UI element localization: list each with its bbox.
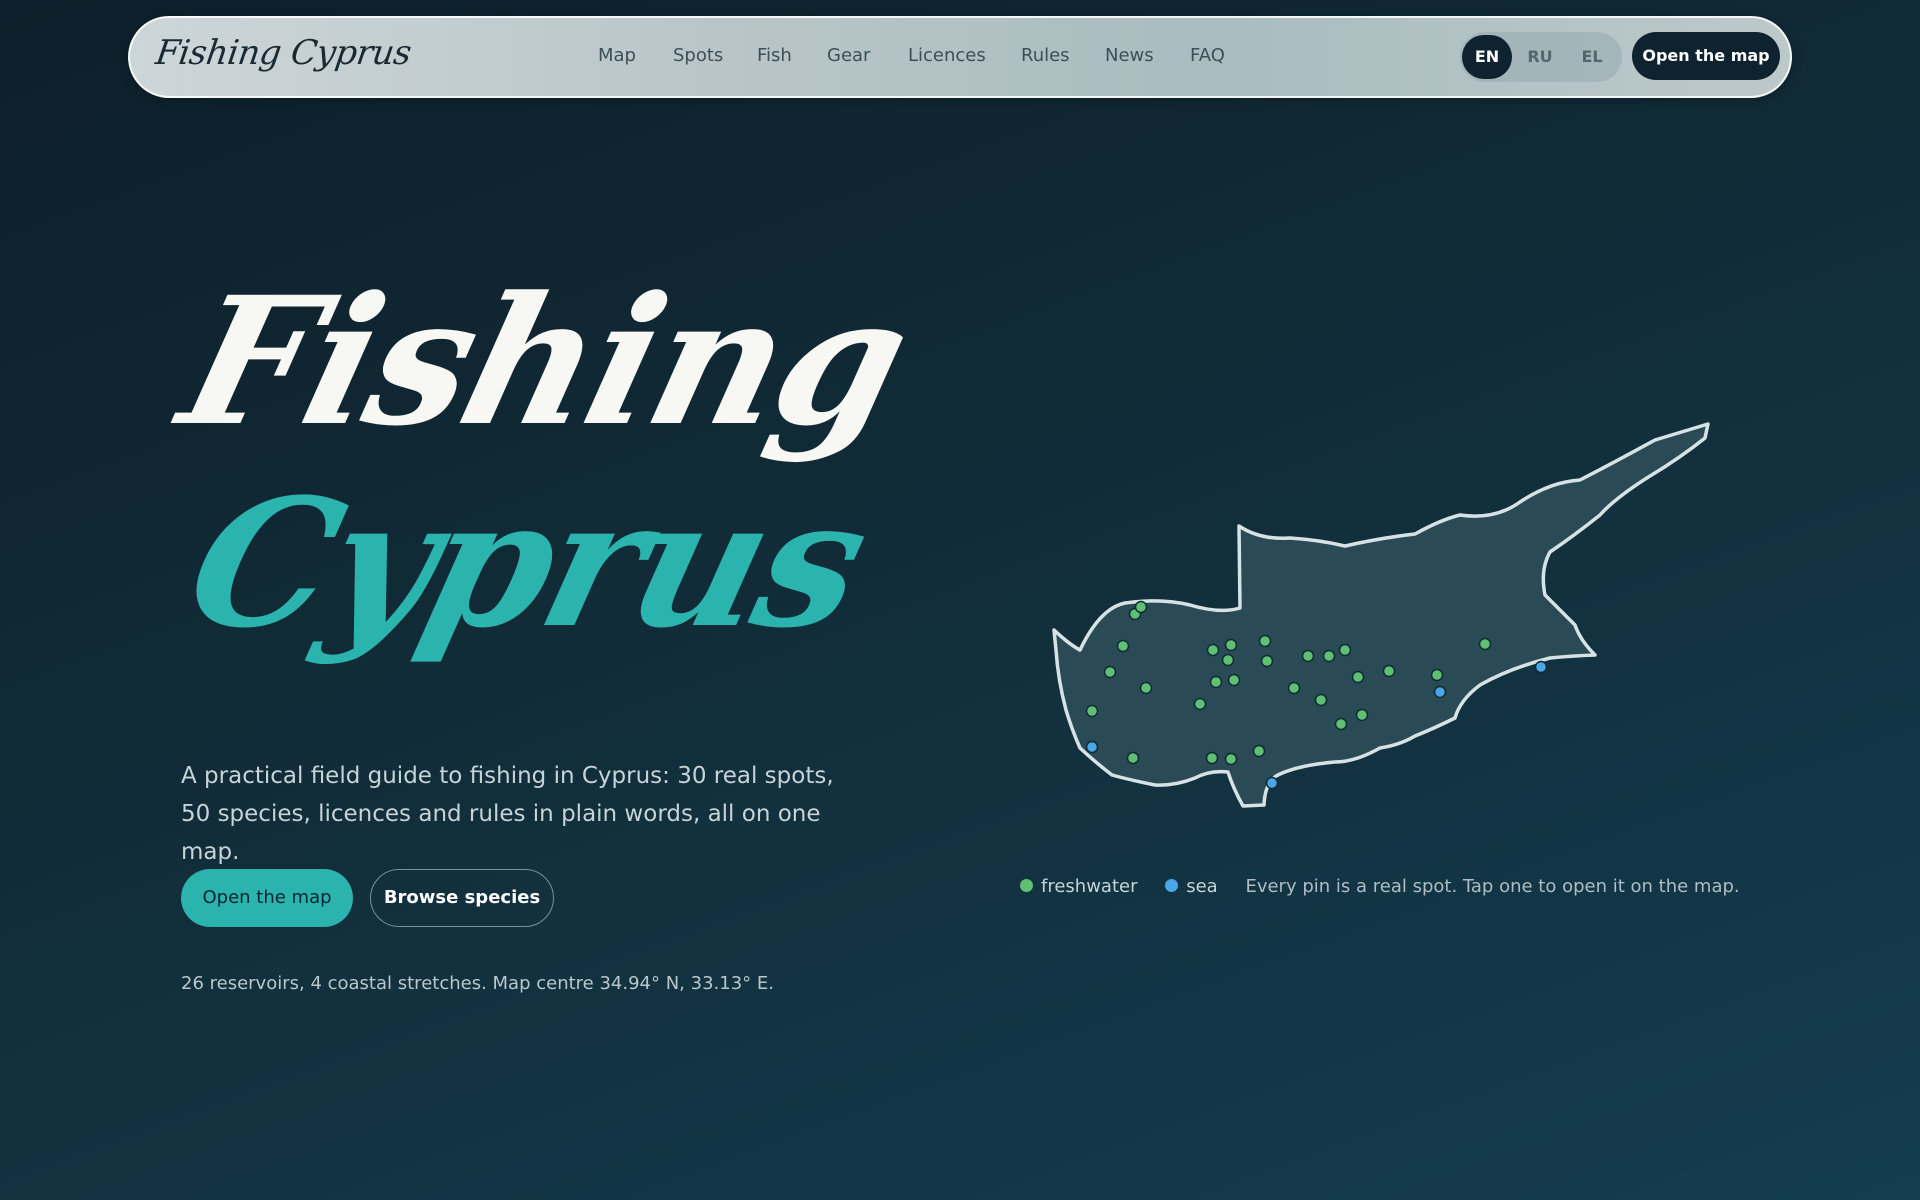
freshwater-spot-pin[interactable] <box>1134 600 1148 614</box>
sea-spot-pin[interactable] <box>1534 660 1548 674</box>
freshwater-spot-pin[interactable] <box>1224 752 1238 766</box>
legend-freshwater: freshwater <box>1020 876 1138 897</box>
nav-item-news[interactable]: News <box>1105 45 1154 66</box>
freshwater-spot-pin[interactable] <box>1116 639 1130 653</box>
sea-spot-pin[interactable] <box>1265 776 1279 790</box>
freshwater-spot-pin[interactable] <box>1338 643 1352 657</box>
freshwater-spot-pin[interactable] <box>1314 693 1328 707</box>
language-option-ru[interactable]: RU <box>1515 35 1565 79</box>
freshwater-spot-pin[interactable] <box>1287 681 1301 695</box>
legend-freshwater-label: freshwater <box>1041 876 1138 897</box>
sea-spot-pin[interactable] <box>1085 740 1099 754</box>
open-map-header-button[interactable]: Open the map <box>1632 32 1780 80</box>
freshwater-spot-pin[interactable] <box>1221 653 1235 667</box>
freshwater-spot-pin[interactable] <box>1258 634 1272 648</box>
open-map-button[interactable]: Open the map <box>181 869 353 927</box>
nav-item-faq[interactable]: FAQ <box>1190 45 1225 66</box>
nav-item-spots[interactable]: Spots <box>673 45 723 66</box>
freshwater-pin-icon <box>1020 878 1033 892</box>
freshwater-spot-pin[interactable] <box>1139 681 1153 695</box>
browse-species-button[interactable]: Browse species <box>370 869 554 927</box>
map-note: Every pin is a real spot. Tap one to ope… <box>1245 876 1740 897</box>
hero-description: A practical field guide to fishing in Cy… <box>181 763 834 865</box>
freshwater-spot-pin[interactable] <box>1205 751 1219 765</box>
freshwater-spot-pin[interactable] <box>1351 670 1365 684</box>
hero-title-line-1: Fishing <box>164 258 925 465</box>
cyprus-island-outline <box>1052 422 1710 808</box>
top-navigation-bar: Fishing Cyprus Map Spots Fish Gear Licen… <box>128 16 1792 98</box>
hero-title-line-2: Cyprus <box>170 460 883 667</box>
nav-item-map[interactable]: Map <box>598 45 636 66</box>
sea-pin-icon <box>1165 878 1179 892</box>
freshwater-spot-pin[interactable] <box>1322 649 1336 663</box>
freshwater-spot-pin[interactable] <box>1355 708 1369 722</box>
sea-spot-pin[interactable] <box>1433 685 1447 699</box>
freshwater-spot-pin[interactable] <box>1478 637 1492 651</box>
nav-item-gear[interactable]: Gear <box>827 45 870 66</box>
freshwater-spot-pin[interactable] <box>1301 649 1315 663</box>
legend-sea-label: sea <box>1186 876 1218 897</box>
nav-item-licences[interactable]: Licences <box>908 45 986 66</box>
map-legend: freshwater sea Every pin is a real spot.… <box>1020 876 1760 902</box>
cyprus-map-svg <box>1052 422 1710 808</box>
freshwater-spot-pin[interactable] <box>1382 664 1396 678</box>
freshwater-spot-pin[interactable] <box>1334 717 1348 731</box>
freshwater-spot-pin[interactable] <box>1227 673 1241 687</box>
freshwater-spot-pin[interactable] <box>1193 697 1207 711</box>
language-option-en[interactable]: EN <box>1462 35 1512 79</box>
freshwater-spot-pin[interactable] <box>1085 704 1099 718</box>
freshwater-spot-pin[interactable] <box>1209 675 1223 689</box>
spot-stats: 26 reservoirs, 4 coastal stretches. Map … <box>181 973 774 994</box>
language-switcher: EN RU EL <box>1460 32 1622 82</box>
legend-sea: sea <box>1165 876 1218 897</box>
nav-item-fish[interactable]: Fish <box>757 45 792 66</box>
freshwater-spot-pin[interactable] <box>1260 654 1274 668</box>
freshwater-spot-pin[interactable] <box>1126 751 1140 765</box>
nav-item-rules[interactable]: Rules <box>1021 45 1070 66</box>
freshwater-spot-pin[interactable] <box>1430 668 1444 682</box>
freshwater-spot-pin[interactable] <box>1103 665 1117 679</box>
freshwater-spot-pin[interactable] <box>1252 744 1266 758</box>
freshwater-spot-pin[interactable] <box>1206 643 1220 657</box>
freshwater-spot-pin[interactable] <box>1224 638 1238 652</box>
language-option-el[interactable]: EL <box>1567 35 1617 79</box>
cyprus-map <box>1040 410 1720 830</box>
